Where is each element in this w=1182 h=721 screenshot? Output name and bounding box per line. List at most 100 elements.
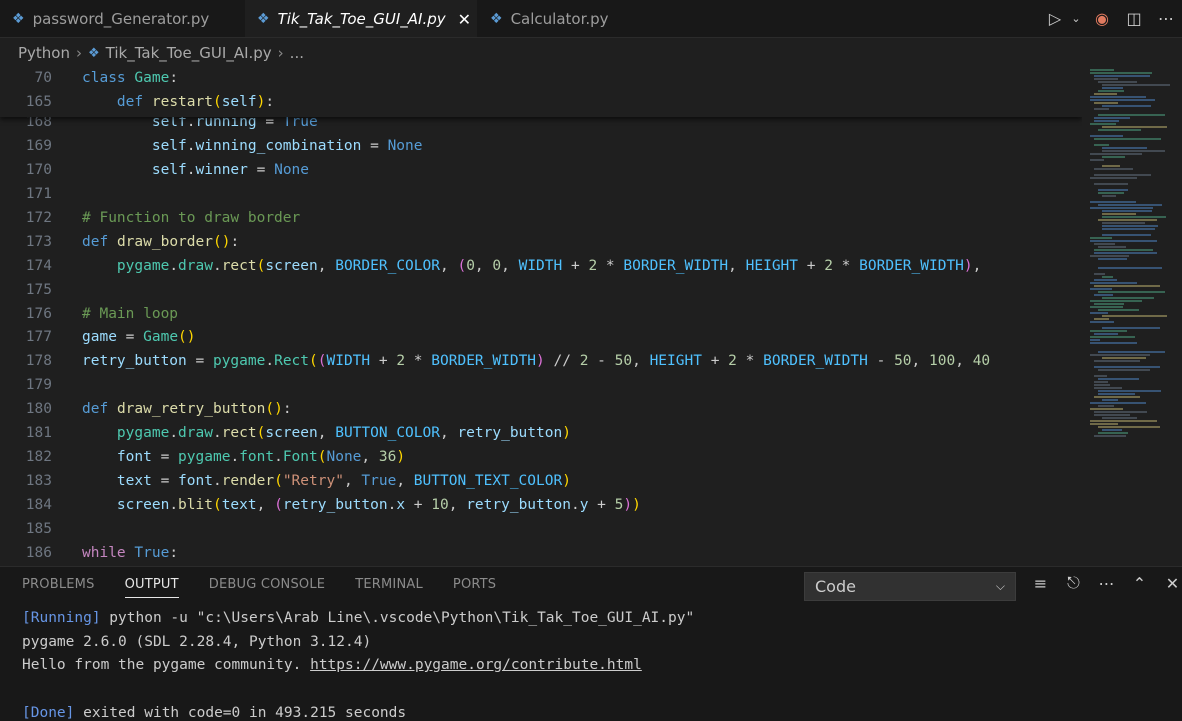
minimap-line [1094,414,1130,416]
tab-tik-tak-toe[interactable]: ❖ Tik_Tak_Toe_GUI_AI.py ✕ [245,0,477,37]
minimap-line [1090,300,1142,302]
more-icon[interactable]: ⋯ [1090,574,1123,593]
minimap-line [1094,381,1108,383]
minimap-line [1090,153,1142,155]
minimap-line [1090,69,1114,71]
done-text: exited with code=0 in 493.215 seconds [74,705,407,721]
minimap-line [1098,129,1141,131]
line-number: 169 [25,138,52,154]
minimap-line [1094,249,1153,251]
panel-tabs: PROBLEMS OUTPUT DEBUG CONSOLE TERMINAL P… [22,577,526,598]
tab-calculator[interactable]: ❖ Calculator.py [478,0,638,37]
minimap-line [1098,426,1160,428]
code-line: font = pygame.font.Font(None, 36) [116,449,406,465]
minimap-line [1090,240,1157,242]
line-number: 183 [25,473,52,489]
minimap-line [1090,177,1137,179]
run-icon[interactable]: ▷ [1044,9,1066,28]
minimap-line [1098,291,1165,293]
python-file-icon: ❖ [257,11,270,27]
minimap-line [1098,81,1137,83]
line-number: 180 [25,401,52,417]
breadcrumb-file[interactable]: Tik_Tak_Toe_GUI_AI.py [106,44,272,62]
minimap-line [1090,288,1112,290]
minimap-line [1098,192,1124,194]
running-tag: [Running] [22,610,101,626]
minimap-line [1094,396,1140,398]
minimap-line [1102,399,1118,401]
copilot-icon[interactable]: ◉ [1086,9,1118,28]
minimap-line [1090,72,1152,74]
tab-password-generator[interactable]: ❖ password_Generator.py [0,0,242,37]
output-channel-select[interactable]: Code ⌵ [804,572,1016,601]
code-line: self.winner = None [151,162,310,178]
minimap-line [1090,423,1118,425]
minimap-line [1094,303,1124,305]
minimap-line [1102,126,1167,128]
minimap-line [1094,435,1126,437]
minimap-line [1090,321,1114,323]
code-comment: # Main loop [82,306,179,322]
minimap-line [1090,306,1123,308]
list-filter-icon[interactable]: ≡ [1024,574,1057,593]
running-command: python -u "c:\Users\Arab Line\.vscode\Py… [100,610,695,626]
minimap-line [1094,252,1157,254]
minimap-line [1094,273,1105,275]
minimap-line [1090,402,1146,404]
minimap-line [1098,432,1128,434]
minimap-line [1090,255,1129,257]
minimap-line [1098,405,1114,407]
minimap-line [1102,327,1160,329]
line-number: 175 [25,282,52,298]
line-number: 165 [25,94,52,110]
python-file-icon: ❖ [490,10,503,27]
minimap-line [1098,393,1135,395]
minimap[interactable] [1086,67,1182,565]
tab-terminal[interactable]: TERMINAL [355,577,423,598]
tab-debug-console[interactable]: DEBUG CONSOLE [209,577,325,598]
chevron-up-icon[interactable]: ⌃ [1123,574,1156,593]
chevron-down-icon[interactable]: ⌄ [1066,12,1086,25]
tab-label: Tik_Tak_Toe_GUI_AI.py [277,10,446,28]
minimap-line [1102,357,1146,359]
tab-ports[interactable]: PORTS [453,577,496,598]
minimap-line [1102,195,1116,197]
line-number: 185 [25,521,52,537]
code-line: def restart(self): [116,94,275,110]
split-editor-icon[interactable]: ◫ [1118,9,1150,28]
minimap-line [1094,384,1110,386]
minimap-line [1094,117,1130,119]
close-tab-icon[interactable]: ✕ [458,10,471,29]
output-link[interactable]: https://www.pygame.org/contribute.html [310,657,642,673]
minimap-line [1094,174,1151,176]
close-icon[interactable]: ✕ [1156,574,1182,593]
lock-icon[interactable]: ⎋ [1057,573,1090,593]
code-editor[interactable]: 70 class Game: 165 def restart(self): 16… [0,67,1082,565]
minimap-line [1090,408,1123,410]
code-line: screen.blit(text, (retry_button.x + 10, … [116,497,641,513]
minimap-line [1102,276,1113,278]
minimap-line [1102,165,1120,167]
minimap-line [1094,120,1119,122]
minimap-line [1090,207,1153,209]
output-line: Hello from the pygame community. https:/… [22,657,642,673]
more-icon[interactable]: ⋯ [1150,9,1182,28]
minimap-line [1094,168,1133,170]
line-number: 174 [25,258,52,274]
chevron-right-icon: › [277,44,284,62]
line-number: 70 [34,70,52,86]
code-line: pygame.draw.rect(screen, BUTTON_COLOR, r… [116,425,571,441]
tab-output[interactable]: OUTPUT [124,577,179,598]
code-line: self.winning_combination = None [151,138,423,154]
tab-problems[interactable]: PROBLEMS [22,577,95,598]
minimap-line [1102,315,1167,317]
minimap-line [1094,360,1140,362]
minimap-line [1098,189,1128,191]
sticky-scroll-header[interactable]: 70 class Game: 165 def restart(self): [0,67,1082,117]
breadcrumb-language[interactable]: Python [18,44,70,62]
minimap-line [1094,93,1117,95]
minimap-line [1090,342,1137,344]
minimap-line [1102,297,1154,299]
minimap-line [1090,123,1116,125]
breadcrumb-more[interactable]: ... [290,44,304,62]
